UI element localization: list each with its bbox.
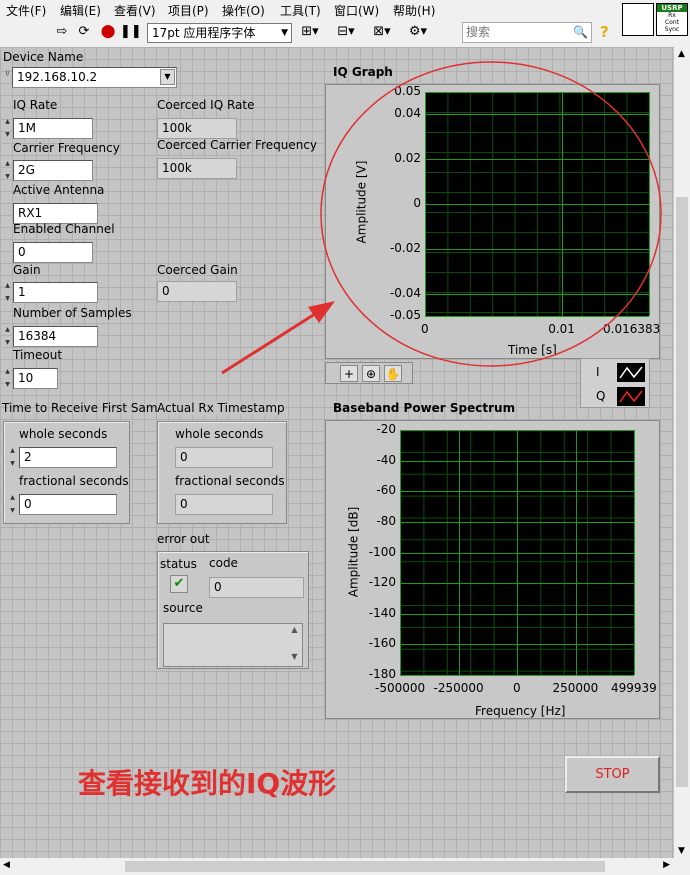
annotation-arrow-head <box>308 301 335 323</box>
annotation-arrow-shaft <box>221 310 319 375</box>
annotation-text: 查看接收到的IQ波形 <box>78 767 337 800</box>
annotation-overlay <box>221 61 662 375</box>
annotation-circle <box>320 61 662 367</box>
